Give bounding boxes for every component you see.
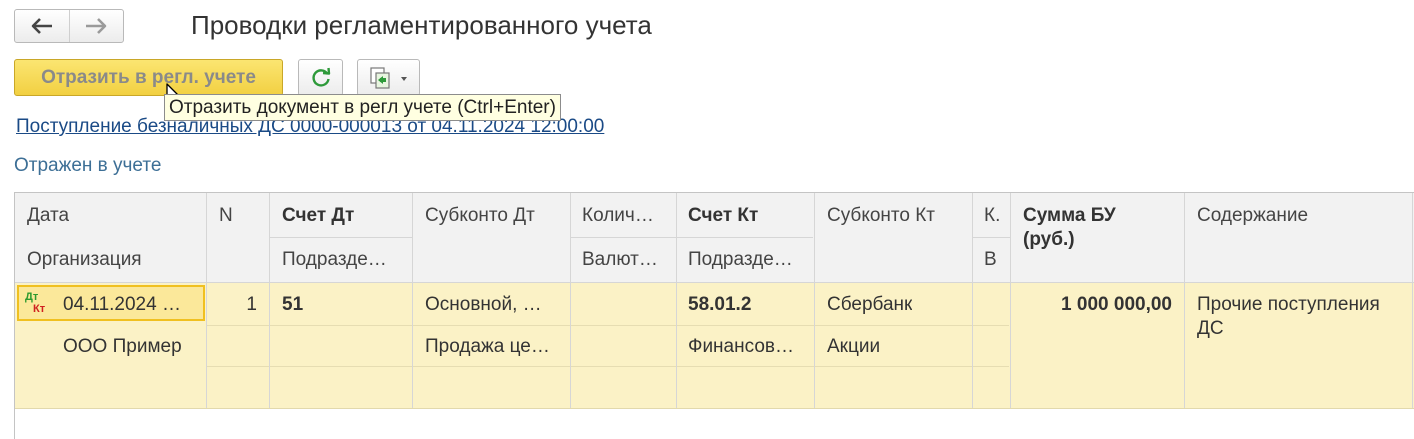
forward-button[interactable]	[68, 10, 124, 42]
report-dropdown-icon	[369, 66, 407, 89]
col-account-dt[interactable]: Счет Дт	[282, 205, 354, 227]
row-subconto-dt-1[interactable]: Основной, …	[425, 294, 542, 316]
col-quantity[interactable]: Колич…	[582, 205, 672, 227]
page-title: Проводки регламентированного учета	[191, 10, 652, 40]
postings-table: Дата Организация N Счет Дт Подразде… Суб…	[14, 192, 1414, 439]
report-menu-button[interactable]	[357, 59, 420, 96]
row-subconto-dt-2[interactable]: Продажа це…	[425, 336, 550, 358]
col-content[interactable]: Содержание	[1197, 205, 1308, 227]
col-v[interactable]: В	[984, 249, 997, 271]
col-amount-line1[interactable]: Сумма БУ	[1023, 205, 1116, 227]
col-subconto-kt[interactable]: Субконто Кт	[827, 205, 935, 227]
row-n[interactable]: 1	[215, 294, 257, 316]
col-currency[interactable]: Валют…	[582, 249, 672, 271]
arrow-left-icon	[31, 18, 52, 34]
row-subconto-kt-2[interactable]: Акции	[827, 336, 880, 358]
col-n[interactable]: N	[219, 205, 233, 227]
row-account-kt[interactable]: 58.01.2	[688, 294, 751, 316]
col-k[interactable]: К.	[984, 205, 1000, 227]
row-subconto-kt-1[interactable]: Сбербанк	[827, 294, 912, 316]
col-organization[interactable]: Организация	[27, 249, 142, 271]
arrow-right-icon	[86, 18, 107, 34]
post-button-tooltip: Отразить документ в регл учете (Ctrl+Ent…	[164, 94, 561, 121]
col-division-kt[interactable]: Подразде…	[688, 249, 810, 271]
row-account-dt[interactable]: 51	[282, 294, 303, 316]
row-content-line1[interactable]: Прочие поступления	[1197, 294, 1380, 316]
row-division-kt[interactable]: Финансов…	[688, 336, 810, 358]
post-to-regl-button[interactable]: Отразить в регл. учете	[14, 59, 283, 96]
posting-status: Отражен в учете	[14, 155, 162, 176]
row-organization[interactable]: ООО Пример	[63, 336, 182, 358]
dt-kt-icon: Дт Кт	[25, 291, 46, 315]
refresh-icon	[311, 67, 330, 87]
back-button[interactable]	[15, 10, 69, 42]
history-nav	[14, 9, 124, 43]
col-date[interactable]: Дата	[27, 205, 69, 227]
col-subconto-dt[interactable]: Субконто Дт	[425, 205, 535, 227]
col-account-kt[interactable]: Счет Кт	[688, 205, 758, 227]
refresh-button[interactable]	[298, 59, 343, 96]
col-division-dt[interactable]: Подразде…	[282, 249, 407, 271]
row-amount[interactable]: 1 000 000,00	[1015, 294, 1172, 316]
row-content-line2[interactable]: ДС	[1197, 318, 1224, 340]
col-amount-line2[interactable]: (руб.)	[1023, 229, 1075, 251]
row-date[interactable]: 04.11.2024 …	[63, 294, 181, 316]
